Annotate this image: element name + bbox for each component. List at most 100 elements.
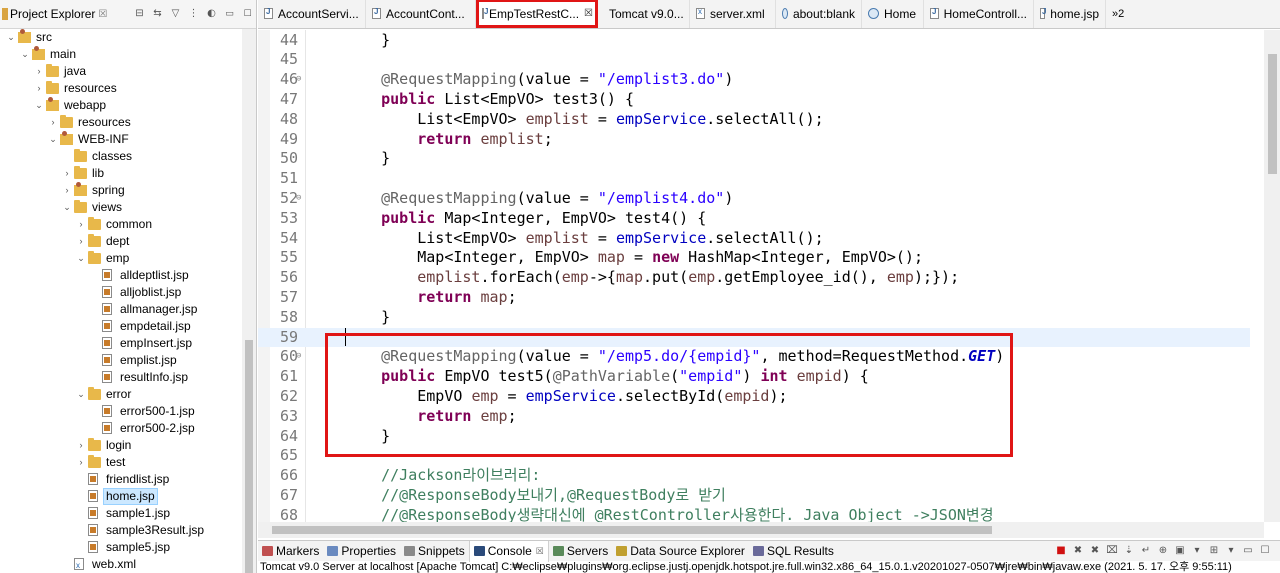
tree-item[interactable]: home.jsp xyxy=(0,488,242,505)
close-icon[interactable]: ☒ xyxy=(584,8,593,19)
code-line[interactable]: 48 List<EmpVO> emplist = empService.sele… xyxy=(258,110,1250,130)
explorer-scrollbar[interactable] xyxy=(242,29,256,573)
code-line[interactable]: 44 } xyxy=(258,31,1250,51)
code-line[interactable]: 61 public EmpVO test5(@PathVariable("emp… xyxy=(258,367,1250,387)
code-editor[interactable]: 44 } 45 46 ⊖ @RequestMapping(value = "/empl… xyxy=(258,30,1280,538)
code-line[interactable]: 51 xyxy=(258,169,1250,189)
chevron-right-icon[interactable]: › xyxy=(76,233,86,250)
chevron-right-icon[interactable]: › xyxy=(34,80,44,97)
clear-console-icon[interactable]: ⌧ xyxy=(1105,543,1119,557)
code-line[interactable]: 53 public Map<Integer, EmpVO> test4() { xyxy=(258,209,1250,229)
collapse-all-icon[interactable]: ⊟ xyxy=(132,6,147,21)
bottom-tab[interactable]: Properties xyxy=(323,541,400,562)
code-line[interactable]: 63 return emp; xyxy=(258,407,1250,427)
remove-launch-icon[interactable]: ✖ xyxy=(1071,543,1085,557)
tree-item[interactable]: ⌄ emp xyxy=(0,250,242,267)
tree-item[interactable]: › spring xyxy=(0,182,242,199)
code-line[interactable]: 47 public List<EmpVO> test3() { xyxy=(258,90,1250,110)
tree-item[interactable]: › test xyxy=(0,454,242,471)
project-explorer-title[interactable]: Project Explorer xyxy=(10,7,95,21)
editor-tab[interactable]: server.xml xyxy=(690,0,776,28)
tree-item[interactable]: resultInfo.jsp xyxy=(0,369,242,386)
chevron-down-icon[interactable]: ⌄ xyxy=(6,29,16,46)
editor-tab[interactable]: Home xyxy=(862,0,924,28)
tree-item[interactable]: › lib xyxy=(0,165,242,182)
code-line[interactable]: 58 } xyxy=(258,308,1250,328)
tree-item[interactable]: ⌄ src xyxy=(0,29,242,46)
code-line[interactable]: 64 } xyxy=(258,427,1250,447)
tree-item[interactable]: error500-1.jsp xyxy=(0,403,242,420)
bottom-tab[interactable]: SQL Results xyxy=(749,541,838,562)
fold-toggle-icon[interactable]: ⊖ xyxy=(296,189,301,209)
pin-console-icon[interactable]: ⊕ xyxy=(1156,543,1170,557)
open-console-dropdown-icon[interactable]: ▾ xyxy=(1224,543,1238,557)
word-wrap-icon[interactable]: ↵ xyxy=(1139,543,1153,557)
tree-item[interactable]: alldeptlist.jsp xyxy=(0,267,242,284)
tree-item[interactable]: empdetail.jsp xyxy=(0,318,242,335)
view-menu-icon[interactable]: ⋮ xyxy=(186,6,201,21)
tree-item[interactable]: classes xyxy=(0,148,242,165)
editor-tab[interactable]: about:blank xyxy=(776,0,862,28)
maximize-icon[interactable]: ☐ xyxy=(240,6,255,21)
editor-tab[interactable]: AccountCont... xyxy=(366,0,476,28)
editor-horizontal-scrollbar[interactable] xyxy=(258,522,1264,538)
fold-toggle-icon[interactable]: ⊖ xyxy=(296,347,301,367)
editor-tab[interactable]: HomeControll... xyxy=(924,0,1034,28)
code-line[interactable]: 66 //Jackson라이브러리: xyxy=(258,466,1250,486)
tree-item[interactable]: ⌄ webapp xyxy=(0,97,242,114)
close-icon[interactable]: ☒ xyxy=(536,546,544,557)
tree-item[interactable]: ⌄ main xyxy=(0,46,242,63)
explorer-scroll-thumb[interactable] xyxy=(245,340,253,573)
editor-hscroll-thumb[interactable] xyxy=(272,526,992,534)
remove-all-terminated-icon[interactable]: ✖ xyxy=(1088,543,1102,557)
tree-item[interactable]: › login xyxy=(0,437,242,454)
bottom-tab[interactable]: Snippets xyxy=(400,541,469,562)
code-line[interactable]: 59 xyxy=(258,327,1250,348)
code-line[interactable]: 46 ⊖ @RequestMapping(value = "/emplist3.d… xyxy=(258,70,1250,90)
terminate-icon[interactable]: ■ xyxy=(1054,543,1068,557)
editor-tab[interactable]: Tomcat v9.0... xyxy=(598,0,690,28)
scroll-lock-icon[interactable]: ⇣ xyxy=(1122,543,1136,557)
chevron-down-icon[interactable]: ⌄ xyxy=(48,131,58,148)
chevron-down-icon[interactable]: ⌄ xyxy=(34,97,44,114)
code-line[interactable]: 49 return emplist; xyxy=(258,130,1250,150)
tree-item[interactable]: sample3Result.jsp xyxy=(0,522,242,539)
code-line[interactable]: 62 EmpVO emp = empService.selectById(emp… xyxy=(258,387,1250,407)
tree-item[interactable]: › resources xyxy=(0,80,242,97)
tree-item[interactable]: friendlist.jsp xyxy=(0,471,242,488)
editor-tab[interactable]: EmpTestRestC... ☒ xyxy=(476,0,598,28)
display-console-dropdown-icon[interactable]: ▾ xyxy=(1190,543,1204,557)
tree-item[interactable]: sample1.jsp xyxy=(0,505,242,522)
code-line[interactable]: 45 xyxy=(258,50,1250,70)
tab-overflow-button[interactable]: »2 xyxy=(1106,0,1130,28)
chevron-down-icon[interactable]: ⌄ xyxy=(76,386,86,403)
tree-item[interactable]: emplist.jsp xyxy=(0,352,242,369)
display-console-icon[interactable]: ▣ xyxy=(1173,543,1187,557)
code-line[interactable]: 56 emplist.forEach(emp->{map.put(emp.get… xyxy=(258,268,1250,288)
minimize-icon[interactable]: ▭ xyxy=(1241,543,1255,557)
filter-icon[interactable]: ▽ xyxy=(168,6,183,21)
bottom-tab[interactable]: Console ☒ xyxy=(468,540,549,562)
chevron-right-icon[interactable]: › xyxy=(62,165,72,182)
chevron-right-icon[interactable]: › xyxy=(76,216,86,233)
code-line[interactable]: 55 Map<Integer, EmpVO> map = new HashMap… xyxy=(258,248,1250,268)
maximize-icon[interactable]: ☐ xyxy=(1258,543,1272,557)
editor-tab[interactable]: home.jsp xyxy=(1034,0,1106,28)
tree-item[interactable]: ⌄ WEB-INF xyxy=(0,131,242,148)
chevron-right-icon[interactable]: › xyxy=(76,454,86,471)
fold-toggle-icon[interactable]: ⊖ xyxy=(296,70,301,90)
tree-item[interactable]: › java xyxy=(0,63,242,80)
chevron-down-icon[interactable]: ⌄ xyxy=(62,199,72,216)
chevron-right-icon[interactable]: › xyxy=(48,114,58,131)
chevron-right-icon[interactable]: › xyxy=(34,63,44,80)
minimize-icon[interactable]: ▭ xyxy=(222,6,237,21)
tree-item[interactable]: › dept xyxy=(0,233,242,250)
link-with-editor-icon[interactable]: ⇆ xyxy=(150,6,165,21)
tree-item[interactable]: ⌄ error xyxy=(0,386,242,403)
code-line[interactable]: 50 } xyxy=(258,149,1250,169)
chevron-right-icon[interactable]: › xyxy=(76,437,86,454)
tree-item[interactable]: alljoblist.jsp xyxy=(0,284,242,301)
chevron-right-icon[interactable]: › xyxy=(62,182,72,199)
editor-tab[interactable]: AccountServi... xyxy=(258,0,366,28)
open-console-icon[interactable]: ⊞ xyxy=(1207,543,1221,557)
